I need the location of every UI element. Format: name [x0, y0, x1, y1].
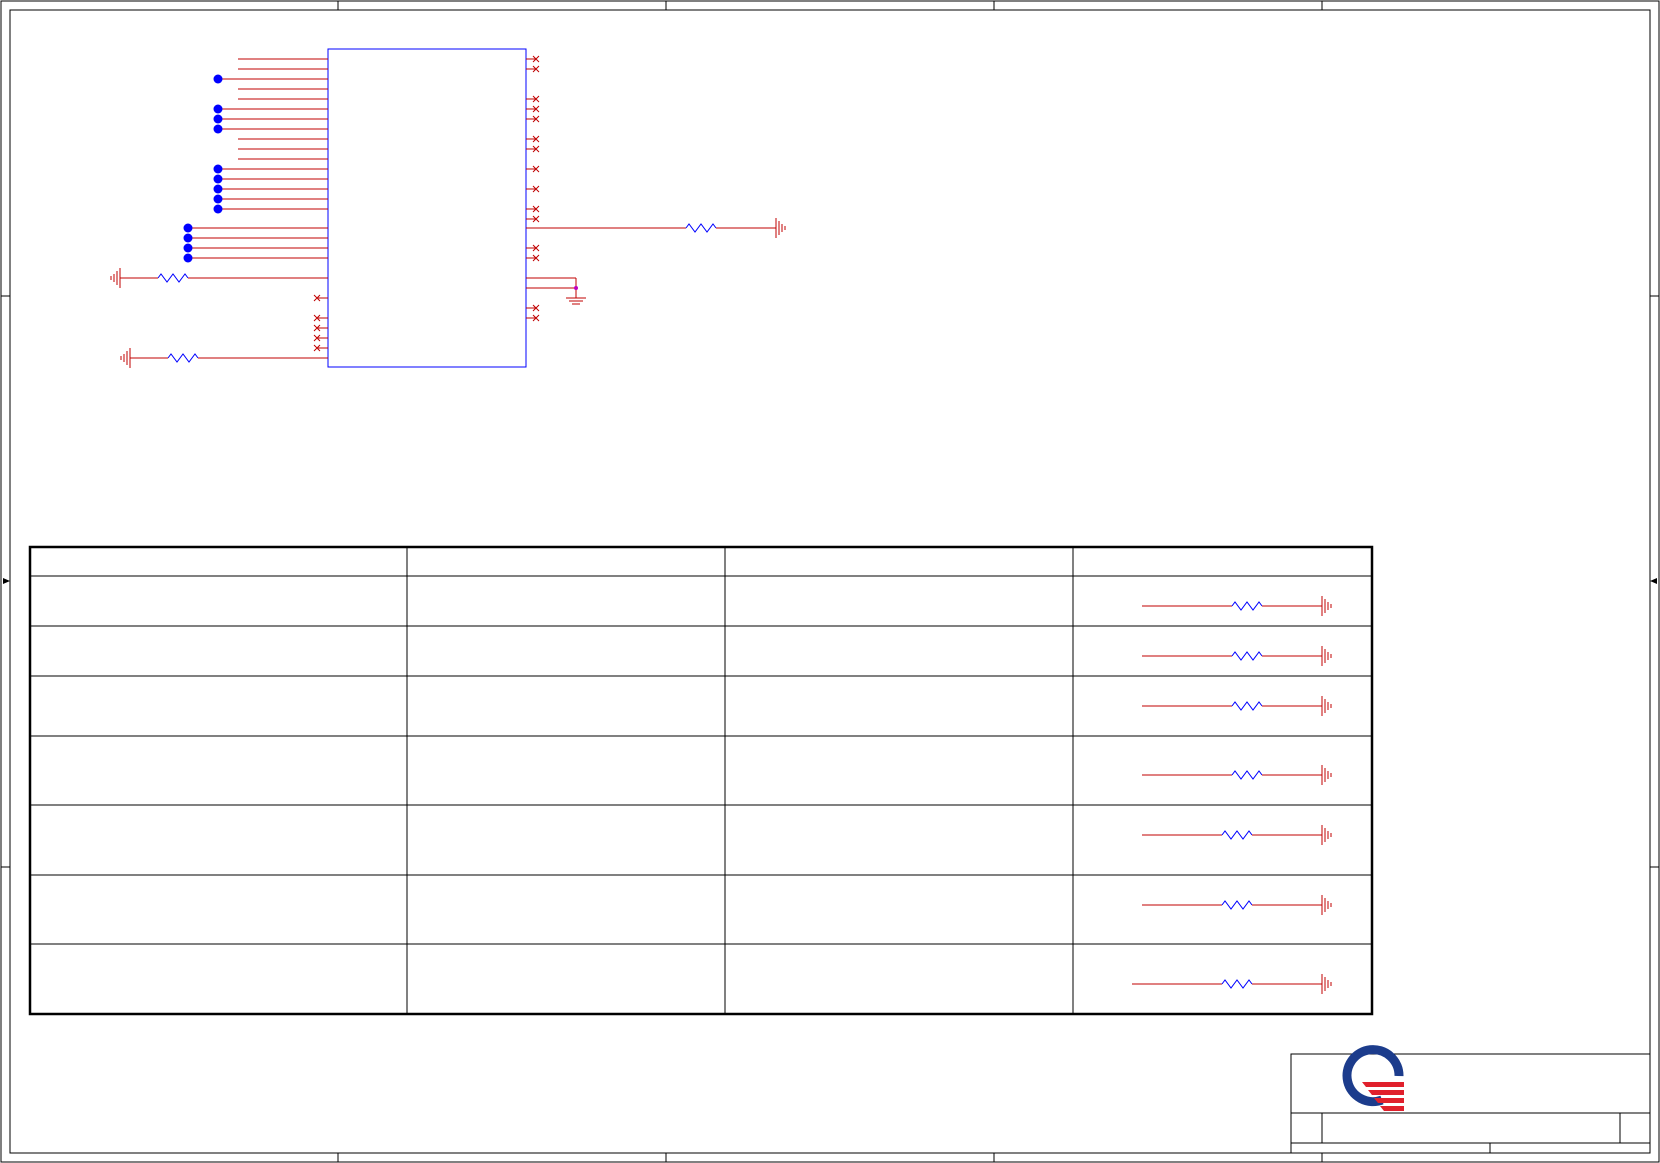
right-pin[interactable] [526, 95, 540, 103]
right-pin[interactable] [526, 205, 540, 213]
strap-default-circuit [1142, 895, 1332, 915]
ground-symbol [1321, 825, 1332, 845]
strap-table-rows [1132, 596, 1332, 994]
left-pin[interactable] [213, 74, 329, 84]
strap-default-circuit [1132, 974, 1332, 994]
resistor[interactable] [157, 273, 189, 283]
right-pin[interactable] [526, 135, 540, 143]
net-junction [213, 164, 223, 174]
resistor[interactable] [1221, 979, 1253, 989]
right-pin[interactable] [526, 254, 540, 262]
right-pin[interactable] [526, 105, 540, 113]
ic-left-pins [183, 58, 329, 352]
ground-symbol [1321, 646, 1332, 666]
strap-row [1142, 696, 1332, 716]
left-pin[interactable] [213, 114, 329, 124]
net-junction [183, 243, 193, 253]
net-junction [183, 223, 193, 233]
strap-row [1142, 765, 1332, 785]
left-pin[interactable] [183, 253, 329, 263]
ground-symbol [1321, 696, 1332, 716]
left-pin[interactable] [213, 184, 329, 194]
strap-row [1142, 825, 1332, 845]
strap-default-circuit [1142, 646, 1332, 666]
ground-symbol [1321, 974, 1332, 994]
right-pin[interactable] [526, 115, 540, 123]
net-junction [574, 286, 578, 290]
net-junction [213, 204, 223, 214]
right-pin[interactable] [526, 65, 540, 73]
net-junction [213, 194, 223, 204]
left-pin[interactable] [313, 314, 328, 322]
resistor[interactable] [1231, 601, 1263, 611]
ground-symbol [1321, 895, 1332, 915]
strap-table [28, 545, 1374, 1016]
net-junction [213, 184, 223, 194]
resistor[interactable] [685, 223, 717, 233]
net-junction [213, 74, 223, 84]
schematic-sheet [0, 0, 1660, 1163]
left-pin[interactable] [213, 194, 329, 204]
left-pin[interactable] [313, 344, 328, 352]
right-pin[interactable] [526, 185, 540, 193]
ground-symbol [775, 218, 786, 238]
left-pulldown-net-1 [110, 268, 328, 288]
left-pulldown-net-2 [120, 348, 328, 368]
sheet-arrows [3, 578, 1657, 584]
strap-default-circuit [1142, 825, 1332, 845]
strap-row [1142, 596, 1332, 616]
right-pin[interactable] [526, 145, 540, 153]
resistor[interactable] [1221, 830, 1253, 840]
right-gnd-net [526, 277, 586, 305]
resistor[interactable] [1231, 701, 1263, 711]
ic-right-pins [526, 55, 540, 322]
net-junction [183, 233, 193, 243]
net-junction [183, 253, 193, 263]
net-junction [213, 174, 223, 184]
right-pin[interactable] [526, 304, 540, 312]
resistor[interactable] [1231, 651, 1263, 661]
ground-symbol [110, 268, 121, 288]
resistor[interactable] [167, 353, 199, 363]
right-pin[interactable] [526, 244, 540, 252]
ground-symbol [1321, 596, 1332, 616]
sheet-frame [0, 0, 1660, 1163]
ground-symbol [566, 297, 586, 305]
right-pin[interactable] [526, 314, 540, 322]
strap-default-circuit [1142, 765, 1332, 785]
ground-symbol [120, 348, 131, 368]
strap-default-circuit [1142, 696, 1332, 716]
net-junction [213, 114, 223, 124]
left-pin[interactable] [183, 223, 329, 233]
left-pin[interactable] [183, 233, 329, 243]
right-pulldown-net [526, 218, 786, 238]
left-pin[interactable] [213, 164, 329, 174]
logo-bars [1362, 1082, 1404, 1111]
left-pin[interactable] [213, 104, 329, 114]
ic-body[interactable] [327, 48, 527, 368]
left-pin[interactable] [213, 174, 329, 184]
left-pin[interactable] [183, 243, 329, 253]
strap-row [1142, 895, 1332, 915]
right-pin[interactable] [526, 55, 540, 63]
net-junction [213, 104, 223, 114]
resistor[interactable] [1221, 900, 1253, 910]
strap-row [1142, 646, 1332, 666]
net-junction [213, 124, 223, 134]
resistor[interactable] [1231, 770, 1263, 780]
right-pin[interactable] [526, 165, 540, 173]
left-pin[interactable] [313, 294, 328, 302]
left-pin[interactable] [313, 324, 328, 332]
right-pin[interactable] [526, 215, 540, 223]
ground-symbol [1321, 765, 1332, 785]
strap-default-circuit [1142, 596, 1332, 616]
strap-row [1132, 974, 1332, 994]
left-pin[interactable] [313, 334, 328, 342]
left-pin[interactable] [213, 124, 329, 134]
left-pin[interactable] [213, 204, 329, 214]
quanta-logo [1342, 1045, 1404, 1111]
